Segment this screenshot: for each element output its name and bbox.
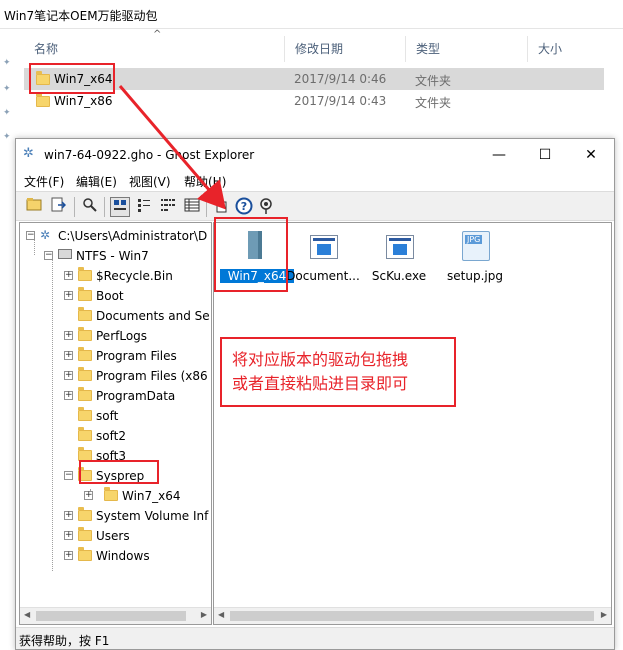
scroll-right-icon[interactable]: ▶ [601, 610, 607, 619]
expand-icon[interactable]: + [84, 491, 93, 500]
help-icon[interactable]: ? [234, 197, 254, 217]
folder-icon [78, 407, 92, 421]
column-modified-date[interactable]: 修改日期 [284, 36, 405, 62]
instruction-note: 将对应版本的驱动包拖拽 或者直接粘贴进目录即可 [220, 337, 456, 407]
file-item-label: Document... [286, 269, 360, 283]
expand-icon[interactable]: + [64, 371, 73, 380]
collapse-icon[interactable]: − [26, 231, 35, 240]
open-folder-icon[interactable] [24, 197, 44, 217]
scroll-left-icon[interactable]: ◀ [218, 610, 224, 619]
ghost-image-icon: ✲ [40, 228, 51, 242]
collapse-icon[interactable]: − [64, 471, 73, 480]
pin-icon[interactable]: ✦ [3, 109, 11, 118]
file-date: 2017/9/14 0:43 [294, 94, 387, 108]
folder-icon [78, 387, 92, 401]
menu-file[interactable]: 文件(F) [24, 173, 64, 190]
expand-icon[interactable]: + [64, 271, 73, 280]
window-title: win7-64-0922.gho - Ghost Explorer [44, 148, 255, 162]
large-icons-view-icon[interactable] [110, 197, 130, 217]
folder-icon [78, 367, 92, 381]
folder-icon [78, 287, 92, 301]
executable-icon [386, 235, 414, 259]
column-header-row: 名称 修改日期 类型 大小 [24, 36, 614, 62]
expand-icon[interactable]: + [64, 391, 73, 400]
minimize-button[interactable]: — [476, 139, 522, 171]
tree-horizontal-scrollbar[interactable]: ◀ ▶ [20, 607, 211, 624]
file-item-label: setup.jpg [447, 269, 503, 283]
file-item-documents[interactable]: Document... [286, 225, 360, 295]
column-type[interactable]: 类型 [405, 36, 527, 62]
context-help-icon[interactable] [256, 197, 276, 217]
drive-icon [58, 249, 72, 259]
expand-icon[interactable]: + [64, 291, 73, 300]
document-window-icon [310, 235, 338, 259]
file-type: 文件夹 [415, 96, 452, 110]
quick-access-strip: ✦ ✦ ✦ ✦ [0, 29, 14, 159]
file-pane-horizontal-scrollbar[interactable]: ◀ ▶ [214, 607, 611, 624]
menu-bar: 文件(F) 编辑(E) 视图(V) 帮助(H) [16, 171, 614, 191]
file-item-scku-exe[interactable]: ScKu.exe [362, 225, 436, 295]
folder-icon [78, 547, 92, 561]
status-bar: 获得帮助，按 F1 ⋰ [16, 627, 614, 649]
pin-icon[interactable]: ✦ [3, 85, 11, 94]
expand-icon[interactable]: + [64, 531, 73, 540]
menu-help[interactable]: 帮助(H) [184, 173, 226, 190]
scroll-right-icon[interactable]: ▶ [201, 610, 207, 619]
folder-icon [36, 93, 50, 107]
column-size[interactable]: 大小 [527, 36, 607, 62]
collapse-icon[interactable]: − [44, 251, 53, 260]
folder-icon [78, 347, 92, 361]
scroll-left-icon[interactable]: ◀ [24, 610, 30, 619]
file-item-label: ScKu.exe [371, 269, 427, 283]
scroll-thumb[interactable] [36, 611, 186, 621]
pin-icon[interactable]: ✦ [3, 59, 11, 68]
list-view-icon[interactable] [158, 197, 178, 217]
folder-icon [78, 327, 92, 341]
search-icon[interactable] [80, 197, 100, 217]
pin-icon[interactable]: ✦ [3, 133, 11, 142]
highlight-box-target-folder [214, 217, 288, 292]
folder-icon [78, 527, 92, 541]
file-item-setup-jpg[interactable]: JPG setup.jpg [438, 225, 512, 295]
svg-text:?: ? [241, 200, 247, 213]
expand-icon[interactable]: + [64, 351, 73, 360]
expand-icon[interactable]: + [64, 511, 73, 520]
title-bar[interactable]: ✲ win7-64-0922.gho - Ghost Explorer — ☐ … [16, 139, 614, 171]
highlight-box-sysprep [79, 460, 159, 484]
menu-edit[interactable]: 编辑(E) [76, 173, 117, 190]
extract-icon[interactable] [48, 197, 68, 217]
folder-icon [104, 487, 118, 501]
highlight-box-source-folder [29, 63, 115, 94]
properties-icon[interactable] [212, 197, 232, 217]
expand-icon[interactable]: + [64, 551, 73, 560]
note-line-2: 或者直接粘贴进目录即可 [232, 374, 409, 393]
maximize-button[interactable]: ☐ [522, 139, 568, 171]
folder-icon [78, 507, 92, 521]
divider [0, 28, 623, 29]
explorer-title: Win7笔记本OEM万能驱动包 [0, 0, 623, 28]
file-name: Win7_x86 [54, 94, 113, 108]
folder-icon [78, 427, 92, 441]
resize-grip-icon[interactable]: ⋰ [19, 632, 612, 647]
menu-view[interactable]: 视图(V) [129, 173, 171, 190]
folder-tree-pane[interactable]: − ✲ C:\Users\Administrator\D − NTFS - Wi… [19, 222, 212, 625]
note-line-1: 将对应版本的驱动包拖拽 [232, 350, 409, 369]
folder-shortcut-icon [78, 307, 92, 321]
column-name[interactable]: 名称 [24, 36, 284, 62]
toolbar: ? [16, 191, 614, 221]
file-type: 文件夹 [415, 74, 452, 88]
small-icons-view-icon[interactable] [134, 197, 154, 217]
ghost-app-icon: ✲ [23, 146, 34, 161]
close-button[interactable]: ✕ [568, 139, 614, 171]
folder-icon [78, 267, 92, 281]
scroll-thumb[interactable] [230, 611, 594, 621]
jpg-image-icon: JPG [462, 231, 490, 261]
expand-icon[interactable]: + [64, 331, 73, 340]
details-view-icon[interactable] [182, 197, 202, 217]
file-date: 2017/9/14 0:46 [294, 72, 387, 86]
